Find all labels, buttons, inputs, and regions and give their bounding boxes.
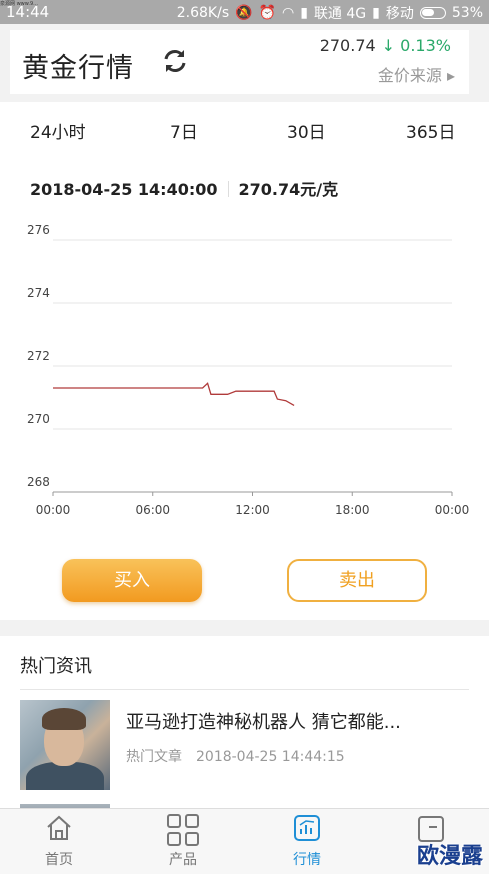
nav-market[interactable]: 行情	[267, 813, 347, 869]
wifi-icon: ◠	[282, 5, 295, 21]
mute-icon: 🔕	[235, 5, 253, 21]
signal-icon: ▮	[300, 5, 308, 21]
news-section: 热门资讯 亚马逊打造神秘机器人 猜它都能... 热门文章 2018-04-25 1…	[0, 636, 489, 816]
status-time: 14:44	[6, 3, 50, 21]
thumb-hair	[42, 708, 86, 730]
tab-7d[interactable]: 7日	[170, 118, 198, 143]
x-tick-label: 18:00	[335, 503, 370, 517]
tab-30d[interactable]: 30日	[287, 118, 326, 143]
nav-home[interactable]: 首页	[19, 813, 99, 869]
header-card: 黄金行情 270.74 ↓ 0.13% 金价来源 ▸	[10, 30, 469, 94]
current-price: 270.74 ↓ 0.13%	[320, 36, 451, 55]
alarm-icon: ⏰	[258, 5, 276, 21]
buy-button[interactable]: 买入	[62, 559, 202, 602]
chart-panel: 24小时 7日 30日 365日 2018-04-25 14:40:00 270.…	[0, 102, 489, 620]
x-tick-label: 06:00	[135, 503, 170, 517]
x-tick-label: 00:00	[36, 503, 71, 517]
article-thumbnail[interactable]	[20, 700, 110, 790]
price-chart: 276 274 272 270 268 00:00 06:00 12:00 18:00 00:00	[27, 224, 470, 517]
page-title: 黄金行情	[22, 53, 134, 84]
info-price: 270.74元/克	[238, 180, 339, 199]
article-title[interactable]: 亚马逊打造神秘机器人 猜它都能...	[126, 708, 401, 734]
news-section-title: 热门资讯	[20, 656, 92, 677]
price-change: ↓ 0.13%	[381, 36, 451, 55]
battery-level: 53%	[451, 5, 483, 21]
tab-24h[interactable]: 24小时	[30, 118, 86, 143]
carrier-2: 移动	[385, 6, 414, 22]
y-tick-label: 272	[27, 349, 50, 363]
refresh-icon[interactable]	[160, 46, 190, 76]
nav-products[interactable]: 产品	[143, 813, 223, 869]
nav-home-label: 首页	[45, 852, 73, 868]
header: 黄金行情 270.74 ↓ 0.13% 金价来源 ▸	[0, 24, 489, 102]
price-source-link[interactable]: 金价来源 ▸	[378, 62, 455, 86]
x-tick-label: 12:00	[235, 503, 270, 517]
battery-icon	[419, 7, 446, 19]
bottom-nav: 首页 产品 行情 欧漫露	[0, 808, 489, 874]
nav-market-label: 行情	[293, 852, 321, 868]
sell-button[interactable]: 卖出	[287, 559, 427, 602]
signal-icon-2: ▮	[372, 5, 380, 21]
article-meta: 热门文章 2018-04-25 14:44:15	[126, 746, 345, 766]
price-info-line: 2018-04-25 14:40:00 270.74元/克	[30, 176, 338, 200]
home-icon	[47, 815, 71, 840]
y-tick-label: 270	[27, 412, 50, 426]
info-separator	[227, 181, 229, 197]
carrier-1: 联通 4G	[313, 6, 367, 22]
tab-365d[interactable]: 365日	[406, 118, 455, 143]
overlay-watermark: 欧漫露	[416, 844, 483, 869]
y-tick-label: 276	[27, 224, 50, 237]
y-tick-label: 274	[27, 286, 50, 300]
article-time: 2018-04-25 14:44:15	[196, 749, 345, 765]
price-value: 270.74	[319, 36, 376, 55]
status-right: 2.68K/s 🔕 ⏰ ◠ ▮ 联通 4G ▮ 移动 53%	[177, 3, 483, 23]
news-divider	[20, 689, 469, 690]
grid-icon	[167, 814, 199, 846]
network-speed: 2.68K/s	[176, 5, 230, 21]
x-tick-label: 00:00	[435, 503, 470, 517]
chart-icon	[294, 815, 320, 841]
y-tick-label: 268	[27, 475, 50, 489]
thumb-coat	[26, 762, 104, 790]
article-category: 热门文章	[126, 749, 182, 765]
info-datetime: 2018-04-25 14:40:00	[30, 180, 218, 199]
price-line	[53, 382, 295, 406]
status-bar: 泉源网 www.9... 14:44 2.68K/s 🔕 ⏰ ◠ ▮ 联通 4G…	[0, 0, 489, 24]
nav-products-label: 产品	[169, 852, 197, 868]
